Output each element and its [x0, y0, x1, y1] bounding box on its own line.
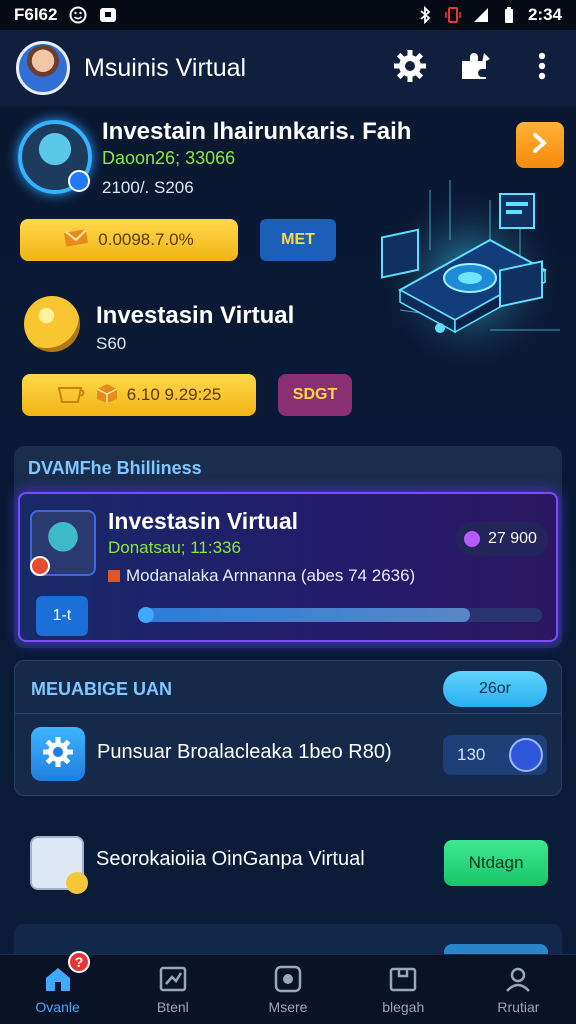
settings-button[interactable] — [392, 49, 428, 88]
nav-label: Btenl — [156, 998, 189, 1015]
item-progress-bar[interactable] — [138, 607, 542, 623]
card3-text: Seorokaioiia OinGanpa Virtual — [96, 848, 365, 870]
extension-button[interactable] — [458, 50, 494, 86]
card1-subtext: 2100/. S206 — [102, 178, 194, 197]
panel2-header: MEUABIGE UAN — [31, 679, 173, 699]
box-icon — [95, 382, 119, 409]
nav-label: Msere — [268, 998, 308, 1015]
panel2-action-button[interactable]: 26or — [443, 671, 547, 707]
app-bar: Msuinis Virtual — [0, 30, 576, 106]
gear-icon — [393, 49, 427, 88]
card3-action-button[interactable]: Ntdagn — [444, 840, 548, 886]
card1-pill-value: 0.0098.7.0% — [98, 230, 194, 249]
signal-icon — [472, 6, 490, 24]
more-vertical-icon — [538, 52, 546, 85]
coin-icon — [24, 296, 80, 352]
record-icon — [273, 965, 303, 993]
shield-badge-icon — [68, 170, 90, 192]
profile-avatar[interactable] — [16, 41, 70, 95]
panel2-row-text: Punsuar Broalacleaka 1beo R80) — [97, 741, 392, 763]
basket-icon — [57, 382, 87, 409]
folder-icon — [388, 965, 418, 993]
business-panel: DVAMFhe Bhilliness Investasin Virtual Do… — [14, 446, 562, 648]
panel2-toggle[interactable]: 130 — [443, 735, 547, 775]
card1-value-pill[interactable]: 0.0098.7.0% — [20, 219, 238, 261]
item-action-button[interactable]: 1-t — [36, 596, 88, 636]
chart-icon — [158, 965, 188, 993]
progress-fill — [142, 608, 470, 622]
card2-title: Investasin Virtual — [96, 302, 295, 329]
management-panel: MEUABIGE UAN 26or Punsuar Broalacleaka 1… — [14, 660, 562, 796]
alert-dot-icon — [30, 556, 50, 576]
progress-knob[interactable] — [138, 607, 154, 623]
home-icon — [43, 965, 73, 993]
item-avatar — [30, 510, 96, 576]
emoji-badge-icon — [66, 872, 88, 894]
envelope-icon — [64, 228, 90, 253]
nav-item-profile[interactable]: Rrutiar — [461, 955, 576, 1024]
app-title: Msuinis Virtual — [84, 53, 247, 82]
nav-item-folder[interactable]: blegah — [346, 955, 461, 1024]
status-bar: F6l62 2:34 — [0, 0, 576, 30]
nav-badge: ? — [68, 951, 90, 973]
business-item-card[interactable]: Investasin Virtual Donatsau; 11:336 Moda… — [18, 492, 558, 642]
user-avatar[interactable] — [18, 120, 92, 194]
tech-illustration — [370, 180, 570, 380]
met-button[interactable]: MET — [260, 219, 336, 261]
card2-pill-value: 6.10 9.29:25 — [126, 385, 222, 404]
document-icon — [30, 836, 88, 894]
tag-icon — [108, 570, 120, 582]
chevron-right-icon — [530, 132, 550, 159]
status-time: 2:34 — [527, 5, 562, 24]
card2-subtext: S60 — [96, 334, 127, 353]
card2-value-pill[interactable]: 6.10 9.29:25 — [22, 374, 256, 416]
investment-card-secondary: Investasin Virtual S60 6.10 9.29:25 SDGT — [14, 290, 374, 430]
notification-icon — [99, 6, 117, 24]
status-left-text: F6l62 — [14, 5, 58, 24]
next-button[interactable] — [516, 122, 564, 168]
more-button[interactable] — [524, 50, 560, 86]
item-green-text: Donatsau; 11:336 — [108, 538, 241, 557]
card1-green-text: Daoon26; 33066 — [102, 148, 236, 168]
item-value-chip[interactable]: 27 900 — [456, 522, 548, 556]
panel1-header: DVAMFhe Bhilliness — [28, 458, 202, 478]
item-description-text: Modanalaka Arnnanna (abes 74 2636) — [126, 566, 416, 585]
bluetooth-icon — [416, 6, 434, 24]
bottom-nav: ? Ovanle Btenl Msere blegah Rrutiar — [0, 951, 576, 1024]
vibrate-icon — [444, 6, 462, 24]
nav-label: Rrutiar — [497, 998, 540, 1015]
item-value: 27 900 — [488, 530, 537, 547]
item-title: Investasin Virtual — [108, 508, 299, 534]
purple-dot-icon — [464, 531, 480, 547]
puzzle-icon — [460, 51, 492, 86]
nav-label: Ovanle — [35, 998, 80, 1015]
settings-tile[interactable] — [31, 727, 85, 781]
gear-icon — [41, 735, 75, 774]
divider — [15, 713, 561, 714]
user-icon — [503, 965, 533, 993]
virtual-item-row: Seorokaioiia OinGanpa Virtual Ntdagn — [14, 818, 562, 906]
item-description: Modanalaka Arnnanna (abes 74 2636) — [108, 566, 415, 586]
battery-icon — [500, 6, 518, 24]
card1-title: Investain Ihairunkaris. Faih — [102, 118, 412, 145]
nav-item-home[interactable]: ? Ovanle — [0, 951, 115, 1024]
nav-item-stats[interactable]: Btenl — [115, 955, 230, 1024]
sdgt-button[interactable]: SDGT — [278, 374, 352, 416]
nav-label: blegah — [382, 998, 425, 1015]
toggle-knob[interactable] — [509, 738, 543, 772]
smiley-icon — [69, 6, 87, 24]
nav-item-record[interactable]: Msere — [230, 955, 345, 1024]
toggle-value: 130 — [457, 745, 486, 764]
